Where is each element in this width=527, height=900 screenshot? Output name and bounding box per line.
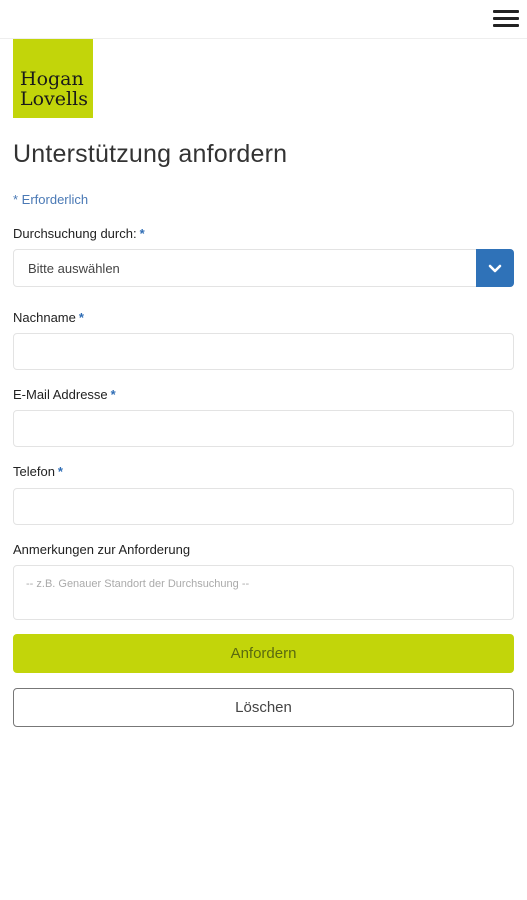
submit-button[interactable]: Anfordern bbox=[13, 634, 514, 673]
chevron-down-icon[interactable] bbox=[476, 249, 514, 287]
logo-line-1: Hogan bbox=[20, 68, 84, 90]
search-by-label-text: Durchsuchung durch: bbox=[13, 226, 137, 241]
email-label-text: E-Mail Addresse bbox=[13, 387, 108, 402]
phone-label-text: Telefon bbox=[13, 464, 55, 479]
required-star: * bbox=[110, 387, 116, 402]
last-name-label-text: Nachname bbox=[13, 310, 76, 325]
required-note: * Erforderlich bbox=[13, 192, 89, 207]
email-field[interactable] bbox=[13, 410, 514, 447]
required-star: * bbox=[57, 464, 63, 479]
email-label: E-Mail Addresse * bbox=[13, 387, 116, 402]
hamburger-menu-icon[interactable] bbox=[493, 10, 519, 30]
notes-textarea[interactable] bbox=[13, 565, 514, 620]
last-name-label: Nachname * bbox=[13, 310, 84, 325]
required-star: * bbox=[139, 226, 145, 241]
notes-label: Anmerkungen zur Anforderung bbox=[13, 542, 191, 557]
logo-line-2: Lovells bbox=[20, 88, 88, 110]
last-name-field[interactable] bbox=[13, 333, 514, 370]
phone-field[interactable] bbox=[13, 488, 514, 525]
search-by-select[interactable]: Bitte auswählen bbox=[13, 249, 514, 287]
page-title: Unterstützung anfordern bbox=[13, 140, 288, 168]
top-bar bbox=[0, 0, 527, 39]
hogan-lovells-logo: Hogan Lovells bbox=[13, 39, 93, 118]
select-value: Bitte auswählen bbox=[28, 261, 120, 276]
phone-label: Telefon * bbox=[13, 464, 63, 479]
search-by-label: Durchsuchung durch: * bbox=[13, 226, 145, 241]
clear-button[interactable]: Löschen bbox=[13, 688, 514, 727]
required-star: * bbox=[78, 310, 84, 325]
